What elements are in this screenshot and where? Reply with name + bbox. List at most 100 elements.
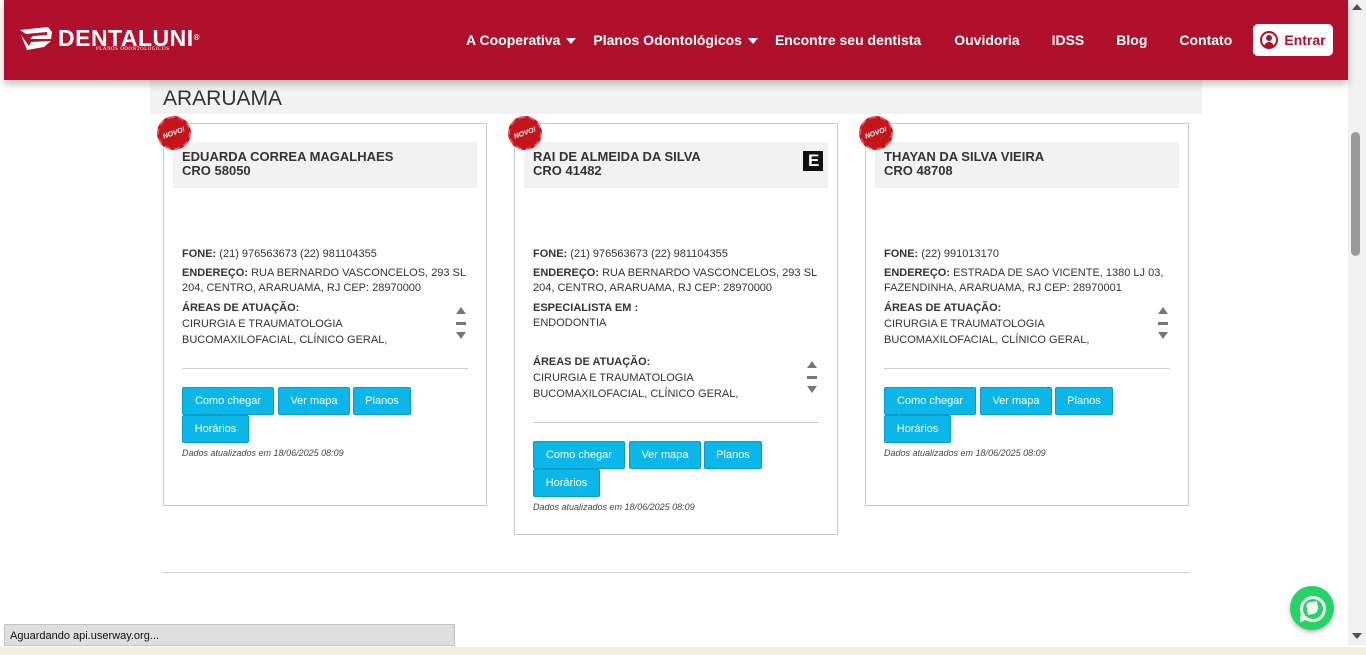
scroll-down-arrow-icon[interactable] <box>1352 633 1362 639</box>
address-line-2: FAZENDINHA, ARARUAMA, RJ CEP: 28970001 <box>884 282 1122 294</box>
dentist-card: THAYAN DA SILVA VIEIRA CRO 48708 NOVO! F… <box>854 111 1189 506</box>
como-chegar-button[interactable]: Como chegar <box>533 441 625 469</box>
whatsapp-icon <box>1306 601 1319 615</box>
nav-a-cooperativa[interactable]: A Cooperativa <box>466 32 577 48</box>
planos-button[interactable]: Planos <box>353 387 411 415</box>
scroll-down-icon[interactable] <box>807 386 817 393</box>
address-label: ENDEREÇO: <box>533 267 600 279</box>
areas-label: ÁREAS DE ATUAÇÃO: <box>182 302 300 314</box>
phone-label: FONE: <box>533 248 568 260</box>
dentist-name: THAYAN DA SILVA VIEIRA <box>884 149 1045 164</box>
dentist-name: EDUARDA CORREA MAGALHAES <box>182 149 394 164</box>
nav-label: IDSS <box>1051 32 1085 48</box>
dentist-cro: CRO 41482 <box>533 163 602 178</box>
address-line-1: RUA BERNARDO VASCONCELOS, 293 SL <box>602 267 818 279</box>
logo-registered-mark: ® <box>193 32 201 42</box>
scroll-handle-icon[interactable] <box>456 322 466 325</box>
dentist-card: RAI DE ALMEIDA DA SILVA CRO 41482 NOVO! … <box>503 111 838 535</box>
nav-label: Ouvidoria <box>954 32 1020 48</box>
main-nav: A Cooperativa Planos Odontológicos Encon… <box>466 0 1232 80</box>
phone-field: FONE: (22) 991013170 <box>884 247 999 262</box>
dentist-name: RAI DE ALMEIDA DA SILVA <box>533 149 701 164</box>
areas-text: CIRURGIA E TRAUMATOLOGIA BUCOMAXILOFACIA… <box>884 318 1090 346</box>
areas-scroller[interactable] <box>455 307 467 345</box>
horarios-button[interactable]: Horários <box>182 415 249 443</box>
areas-scroller[interactable] <box>806 361 818 399</box>
phone-field: FONE: (21) 976563673 (22) 981104355 <box>533 247 728 262</box>
nav-label: Encontre seu dentista <box>774 32 922 48</box>
planos-button[interactable]: Planos <box>1055 387 1113 415</box>
nav-label: Blog <box>1116 32 1148 48</box>
specialist-value: ENDODONTIA <box>533 317 607 329</box>
scroll-down-icon[interactable] <box>456 332 466 339</box>
updated-at: Dados atualizados em 18/06/2025 08:09 <box>533 502 695 512</box>
whatsapp-button[interactable] <box>1290 586 1334 630</box>
address-field: ENDEREÇO: RUA BERNARDO VASCONCELOS, 293 … <box>533 266 823 296</box>
nav-label: A Cooperativa <box>466 32 561 48</box>
browser-status-bar: Aguardando api.userway.org... <box>4 624 455 646</box>
address-line-2: 204, CENTRO, ARARUAMA, RJ CEP: 28970000 <box>182 282 422 294</box>
planos-button[interactable]: Planos <box>704 441 762 469</box>
dentist-cro: CRO 48708 <box>884 163 953 178</box>
scroll-up-icon[interactable] <box>1158 307 1168 314</box>
scroll-up-arrow-icon[interactable] <box>1352 4 1362 10</box>
address-label: ENDEREÇO: <box>182 267 249 279</box>
dentist-card-header: EDUARDA CORREA MAGALHAES CRO 58050 <box>173 142 477 188</box>
logo-subtitle: PLANOS ODONTOLÓGICOS <box>96 46 170 52</box>
ver-mapa-button[interactable]: Ver mapa <box>980 387 1052 415</box>
como-chegar-button[interactable]: Como chegar <box>884 387 976 415</box>
chevron-down-icon <box>747 38 758 44</box>
scroll-handle-icon[interactable] <box>1158 322 1168 325</box>
city-heading-bar: ARARUAMA <box>150 80 1202 114</box>
scroll-down-icon[interactable] <box>1158 332 1168 339</box>
phone-value: (21) 976563673 (22) 981104355 <box>219 248 377 260</box>
areas-text: CIRURGIA E TRAUMATOLOGIA BUCOMAXILOFACIA… <box>182 318 388 346</box>
phone-label: FONE: <box>182 248 217 260</box>
horarios-button[interactable]: Horários <box>884 415 951 443</box>
dentist-card: EDUARDA CORREA MAGALHAES CRO 58050 NOVO!… <box>152 111 487 506</box>
scroll-up-icon[interactable] <box>456 307 466 314</box>
areas-label: ÁREAS DE ATUAÇÃO: <box>533 356 651 368</box>
address-field: ENDEREÇO: RUA BERNARDO VASCONCELOS, 293 … <box>182 266 472 296</box>
nav-label: Contato <box>1179 32 1233 48</box>
user-icon <box>1260 31 1279 49</box>
nav-contato[interactable]: Contato <box>1179 32 1232 48</box>
address-field: ENDEREÇO: ESTRADA DE SAO VICENTE, 1380 L… <box>884 266 1174 296</box>
divider <box>533 422 819 423</box>
dentist-card-header: RAI DE ALMEIDA DA SILVA CRO 41482 <box>524 142 828 188</box>
nav-encontre-seu-dentista[interactable]: Encontre seu dentista <box>775 32 921 48</box>
ver-mapa-button[interactable]: Ver mapa <box>629 441 701 469</box>
nav-idss[interactable]: IDSS <box>1052 32 1085 48</box>
como-chegar-button[interactable]: Como chegar <box>182 387 274 415</box>
ver-mapa-button[interactable]: Ver mapa <box>278 387 350 415</box>
specialist-label: ESPECIALISTA EM : <box>533 302 639 314</box>
login-button[interactable]: Entrar <box>1253 24 1333 56</box>
page-scrollbar[interactable] <box>1348 0 1366 645</box>
section-divider <box>163 572 1189 573</box>
phone-field: FONE: (21) 976563673 (22) 981104355 <box>182 247 377 262</box>
phone-label: FONE: <box>884 248 919 260</box>
updated-at: Dados atualizados em 18/06/2025 08:09 <box>182 448 344 458</box>
address-line-1: RUA BERNARDO VASCONCELOS, 293 SL <box>251 267 467 279</box>
address-label: ENDEREÇO: <box>884 267 951 279</box>
specialist-e-icon <box>803 151 823 171</box>
areas-text: CIRURGIA E TRAUMATOLOGIA BUCOMAXILOFACIA… <box>533 372 739 400</box>
divider <box>182 368 468 369</box>
scroll-handle-icon[interactable] <box>807 376 817 379</box>
nav-ouvidoria[interactable]: Ouvidoria <box>954 32 1019 48</box>
areas-scroller[interactable] <box>1157 307 1169 345</box>
phone-value: (22) 991013170 <box>921 248 999 260</box>
nav-planos-odontologicos[interactable]: Planos Odontológicos <box>593 32 758 48</box>
login-label: Entrar <box>1284 32 1326 48</box>
updated-at: Dados atualizados em 18/06/2025 08:09 <box>884 448 1046 458</box>
bottom-strip <box>0 647 1366 655</box>
nav-blog[interactable]: Blog <box>1116 32 1147 48</box>
areas-label: ÁREAS DE ATUAÇÃO: <box>884 302 1002 314</box>
phone-value: (21) 976563673 (22) 981104355 <box>570 248 728 260</box>
horarios-button[interactable]: Horários <box>533 469 600 497</box>
city-title: ARARUAMA <box>163 87 283 110</box>
scrollbar-thumb[interactable] <box>1351 132 1360 256</box>
scroll-up-icon[interactable] <box>807 361 817 368</box>
address-line-2: 204, CENTRO, ARARUAMA, RJ CEP: 28970000 <box>533 282 773 294</box>
dentaluni-logo[interactable]: DENTALUNI® PLANOS ODONTOLÓGICOS <box>18 26 200 52</box>
